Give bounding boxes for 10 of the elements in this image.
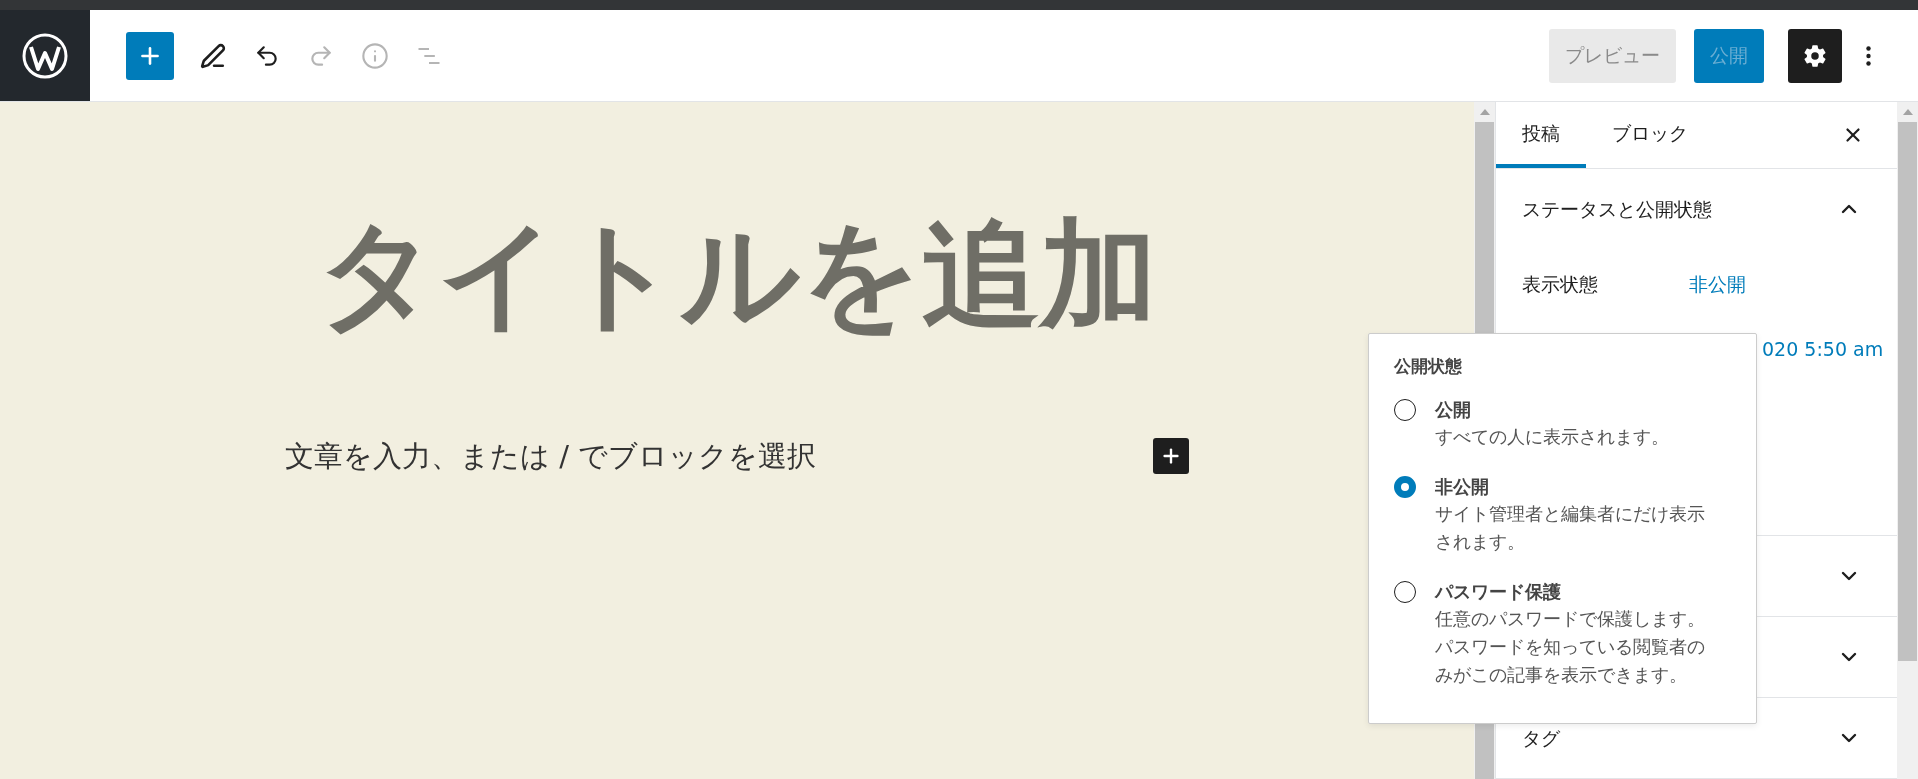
option-label: 公開 — [1435, 398, 1472, 422]
option-description: 任意のパスワードで保護します。パスワードを知っている閲覧者のみがこの記事を表示できます。 — [1435, 607, 1706, 687]
option-description: すべての人に表示されます。 — [1435, 425, 1670, 449]
panel-title: タグ — [1522, 725, 1560, 751]
option-description: サイト管理者と編集者にだけ表示されます。 — [1435, 502, 1706, 554]
option-label: 非公開 — [1435, 475, 1490, 499]
popover-title: 公開状態 — [1394, 355, 1463, 378]
field-label: 表示状態 — [1522, 272, 1599, 298]
option-label: パスワード保護 — [1435, 580, 1562, 604]
panel-title: ステータスと公開状態 — [1522, 196, 1712, 222]
